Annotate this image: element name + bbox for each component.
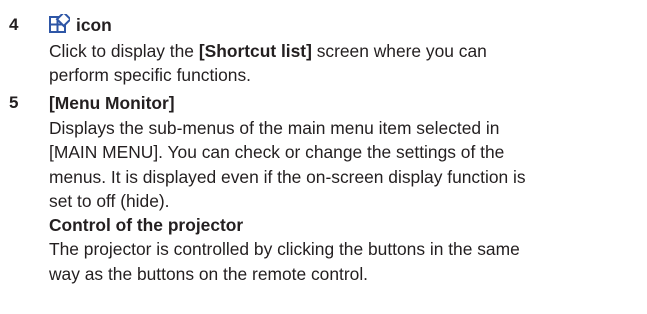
paragraph-line: perform specific functions.: [49, 65, 252, 86]
item-heading: icon: [49, 14, 644, 36]
item-content: icon Click to display the [Shortcut list…: [49, 14, 644, 88]
paragraph-line: Displays the sub-menus of the main menu …: [49, 118, 500, 138]
item-content: [Menu Monitor] Displays the sub-menus of…: [49, 92, 644, 286]
item-heading: [Menu Monitor]: [49, 92, 175, 113]
paragraph-line: set to off (hide).: [49, 190, 170, 211]
shortcut-list-icon: [49, 14, 70, 34]
paragraph-line: way as the buttons on the remote control…: [49, 263, 369, 284]
subheading: Control of the projector: [49, 215, 244, 236]
paragraph-line: [MAIN MENU]. You can check or change the…: [49, 142, 505, 163]
paragraph-line: menus. It is displayed even if the on-sc…: [49, 166, 526, 187]
paragraph-line: The projector is controlled by clicking …: [49, 239, 520, 260]
paragraph-line: Click to display the [Shortcut list] scr…: [49, 41, 487, 61]
item-number: 5: [9, 93, 19, 112]
item-number: 4: [9, 15, 19, 34]
